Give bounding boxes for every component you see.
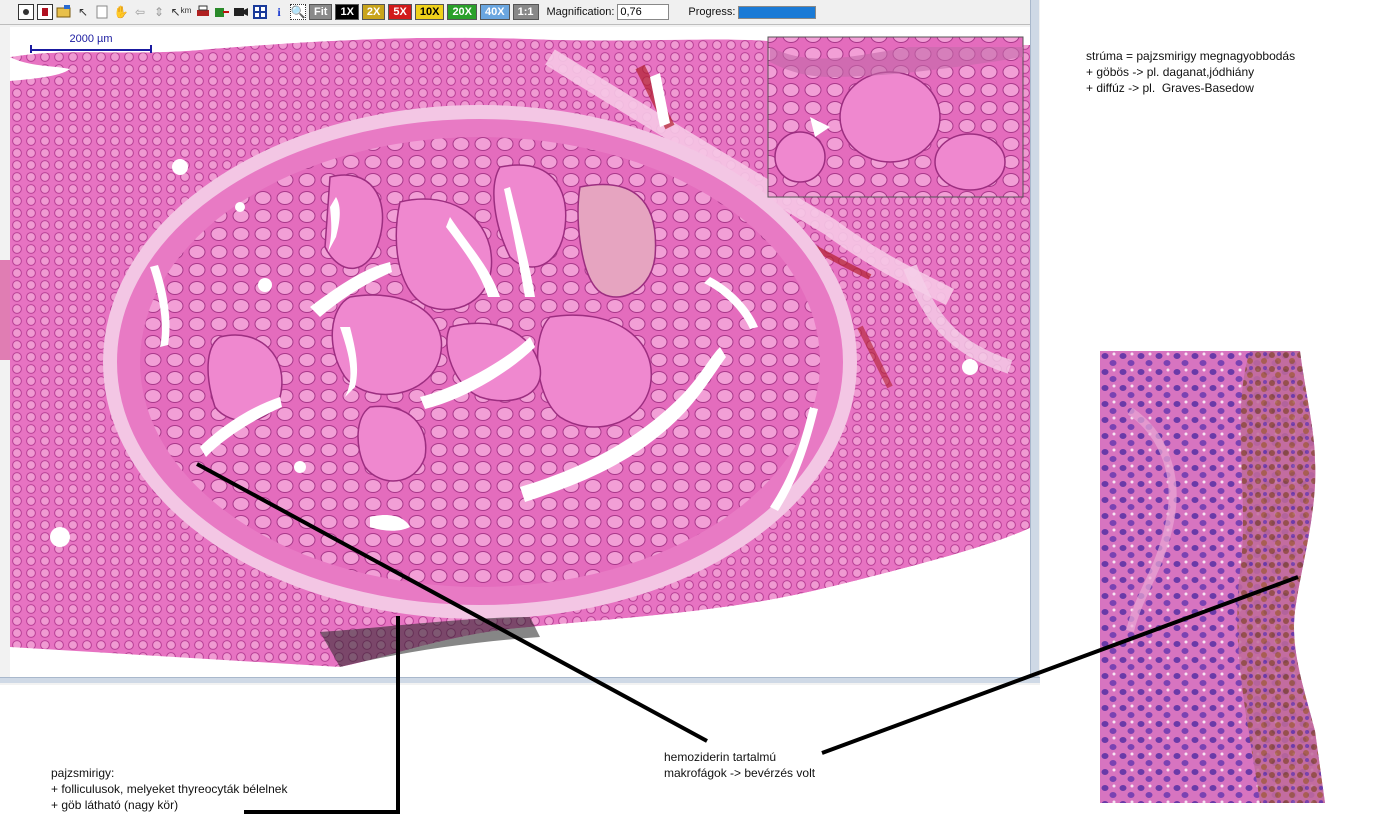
thyroid-annotation: pajzsmirigy: + folliculusok, melyeket th…: [51, 766, 288, 812]
pointer-line-hemosiderin-left: [196, 462, 708, 743]
annotation-overlay: [196, 462, 1299, 814]
struma-annotation: strúma = pajzsmirigy megnagyobbodás + gö…: [1086, 49, 1296, 95]
pointer-line-hemosiderin-right: [821, 575, 1299, 755]
hemosiderin-annotation: hemoziderin tartalmú makrofágok -> bevér…: [664, 750, 816, 780]
